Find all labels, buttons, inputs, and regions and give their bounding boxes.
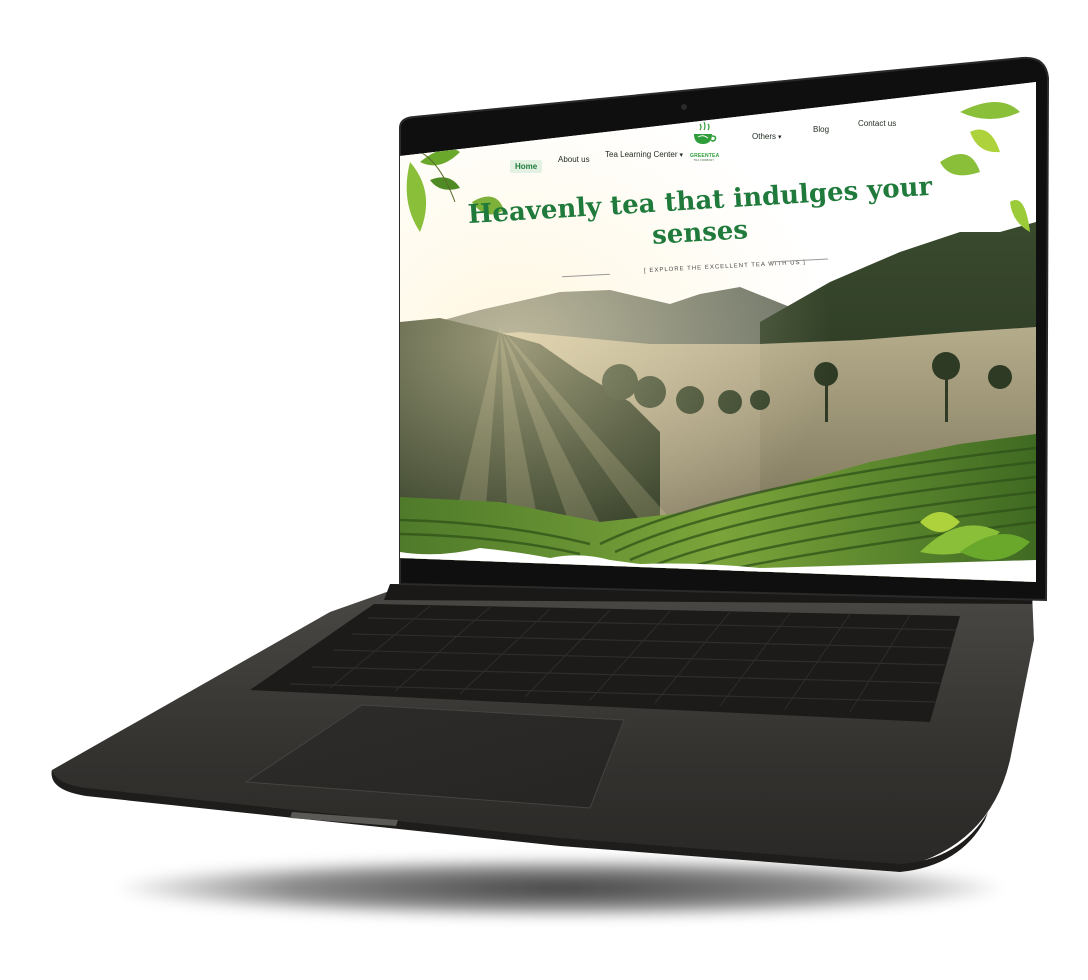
- chevron-down-icon: ▾: [778, 134, 782, 141]
- nav-tea-learning-center[interactable]: Tea Learning Center ▾: [605, 150, 683, 159]
- nav-tea-learning-center-label: Tea Learning Center: [605, 150, 678, 159]
- brand-logo[interactable]: GREENTEA TEA COMPANY: [690, 121, 719, 162]
- brand-tagline: TEA COMPANY: [693, 159, 715, 162]
- nav-home[interactable]: Home: [510, 160, 543, 173]
- nav-about[interactable]: About us: [558, 155, 590, 164]
- webcam-icon: [681, 104, 687, 110]
- nav-others-label: Others: [752, 132, 777, 141]
- tea-cup-logo-icon: [694, 121, 717, 144]
- nav-blog[interactable]: Blog: [813, 125, 829, 134]
- nav-others[interactable]: Others ▾: [752, 132, 782, 141]
- screen: Home About us Tea Learning Center ▾ GREEN…: [400, 82, 1036, 582]
- nav-contact[interactable]: Contact us: [858, 119, 896, 128]
- chevron-down-icon: ▾: [679, 152, 684, 159]
